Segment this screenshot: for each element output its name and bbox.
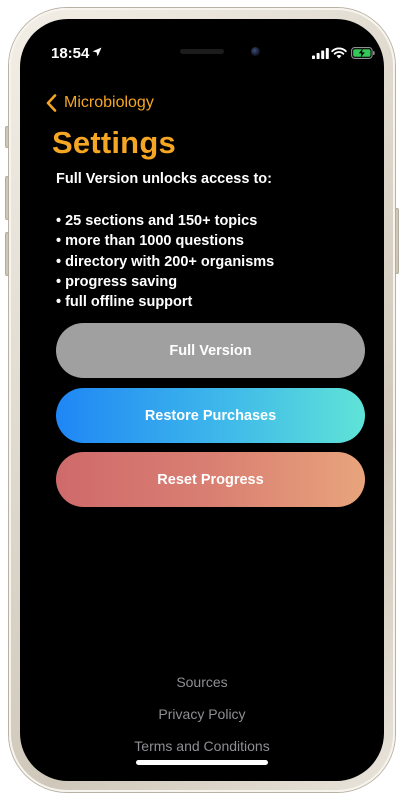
feature-list: • 25 sections and 150+ topics • more tha… (56, 211, 274, 312)
power-button (395, 208, 399, 274)
battery-charging-icon (351, 47, 375, 59)
feature-item: • directory with 200+ organisms (56, 253, 275, 270)
home-indicator[interactable] (136, 760, 268, 765)
feature-item: • full offline support (56, 294, 193, 311)
phone-frame: 18:54 Microbiology Settings Full Version… (5, 8, 399, 792)
sources-link[interactable]: Sources (26, 674, 378, 690)
volume-down-button (5, 232, 9, 276)
page-title: Settings (52, 125, 176, 160)
full-version-intro: Full Version unlocks access to: (56, 171, 272, 187)
silent-switch (5, 126, 9, 148)
reset-progress-button[interactable]: Reset Progress (56, 452, 365, 507)
earpiece-speaker (180, 49, 224, 54)
feature-item: • 25 sections and 150+ topics (56, 213, 258, 229)
chevron-left-icon (46, 94, 57, 112)
privacy-policy-link[interactable]: Privacy Policy (26, 706, 378, 722)
back-button-label: Microbiology (64, 94, 154, 111)
location-arrow-icon (92, 47, 102, 57)
front-camera (251, 47, 260, 56)
feature-item: • progress saving (56, 273, 178, 290)
feature-item: • more than 1000 questions (56, 233, 244, 250)
wifi-icon (331, 47, 347, 59)
terms-and-conditions-link[interactable]: Terms and Conditions (26, 738, 378, 754)
back-button[interactable]: Microbiology (46, 91, 154, 115)
cellular-signal-icon (312, 48, 329, 59)
volume-up-button (5, 176, 9, 220)
status-time: 18:54 (51, 45, 90, 62)
screen-bezel: 18:54 Microbiology Settings Full Version… (20, 19, 384, 781)
screen: 18:54 Microbiology Settings Full Version… (26, 25, 378, 775)
full-version-button[interactable]: Full Version (56, 323, 365, 378)
restore-purchases-button[interactable]: Restore Purchases (56, 388, 365, 443)
